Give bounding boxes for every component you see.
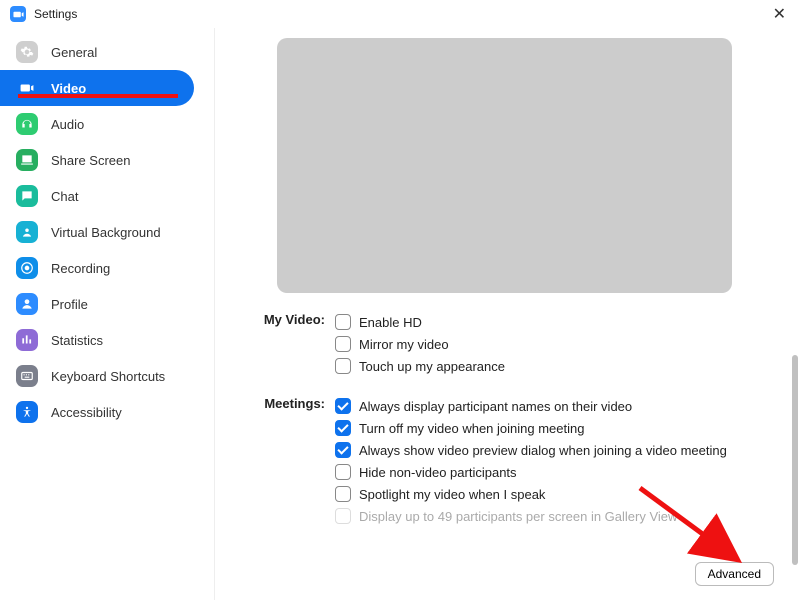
advanced-button[interactable]: Advanced [695,562,774,586]
opt-touch-up[interactable]: Touch up my appearance [335,355,778,377]
section-meetings-title: Meetings: [245,395,335,527]
option-label: Hide non-video participants [359,465,517,480]
scrollbar-thumb[interactable] [792,355,798,565]
option-label: Turn off my video when joining meeting [359,421,584,436]
sidebar-item-general[interactable]: General [0,34,214,70]
titlebar: Settings ✕ [0,0,800,28]
sidebar-item-keyboard-shortcuts[interactable]: Keyboard Shortcuts [0,358,214,394]
opt-show-preview[interactable]: Always show video preview dialog when jo… [335,439,778,461]
profile-icon [16,293,38,315]
option-label: Mirror my video [359,337,449,352]
checkbox[interactable] [335,314,351,330]
video-icon [16,77,38,99]
sidebar-item-label: Keyboard Shortcuts [51,369,165,384]
sidebar-item-label: Chat [51,189,78,204]
checkbox [335,508,351,524]
main-panel: My Video: Enable HD Mirror my video Touc… [215,28,800,600]
close-icon[interactable]: ✕ [767,2,792,26]
checkbox[interactable] [335,420,351,436]
checkbox[interactable] [335,464,351,480]
sidebar-item-label: Virtual Background [51,225,161,240]
gear-icon [16,41,38,63]
sidebar-item-label: Profile [51,297,88,312]
sidebar-item-chat[interactable]: Chat [0,178,214,214]
sidebar-item-label: Recording [51,261,110,276]
sidebar-item-recording[interactable]: Recording [0,250,214,286]
app-icon [10,6,26,22]
sidebar-item-label: Share Screen [51,153,131,168]
accessibility-icon [16,401,38,423]
section-my-video-title: My Video: [245,311,335,377]
share-screen-icon [16,149,38,171]
checkbox[interactable] [335,442,351,458]
sidebar-item-label: Audio [51,117,84,132]
chat-icon [16,185,38,207]
statistics-icon [16,329,38,351]
sidebar-item-virtual-background[interactable]: Virtual Background [0,214,214,250]
checkbox[interactable] [335,398,351,414]
checkbox[interactable] [335,336,351,352]
option-label: Always display participant names on thei… [359,399,632,414]
sidebar-item-audio[interactable]: Audio [0,106,214,142]
headphones-icon [16,113,38,135]
sidebar-item-video[interactable]: Video [0,70,194,106]
sidebar-item-label: Accessibility [51,405,122,420]
sidebar-item-accessibility[interactable]: Accessibility [0,394,214,430]
option-label: Enable HD [359,315,422,330]
sidebar-item-label: Statistics [51,333,103,348]
window-title: Settings [34,7,77,21]
option-label: Touch up my appearance [359,359,505,374]
record-icon [16,257,38,279]
sidebar-item-share-screen[interactable]: Share Screen [0,142,214,178]
virtual-background-icon [16,221,38,243]
opt-turn-off-video[interactable]: Turn off my video when joining meeting [335,417,778,439]
sidebar-item-label: Video [51,81,86,96]
keyboard-icon [16,365,38,387]
sidebar-item-statistics[interactable]: Statistics [0,322,214,358]
video-preview [277,38,732,293]
sidebar-item-profile[interactable]: Profile [0,286,214,322]
sidebar: General Video Audio Share Screen Chat [0,28,215,600]
opt-spotlight[interactable]: Spotlight my video when I speak [335,483,778,505]
opt-enable-hd[interactable]: Enable HD [335,311,778,333]
opt-hide-nonvideo[interactable]: Hide non-video participants [335,461,778,483]
opt-display-names[interactable]: Always display participant names on thei… [335,395,778,417]
option-label: Spotlight my video when I speak [359,487,545,502]
opt-mirror-video[interactable]: Mirror my video [335,333,778,355]
option-label: Always show video preview dialog when jo… [359,443,727,458]
sidebar-item-label: General [51,45,97,60]
option-label: Display up to 49 participants per screen… [359,509,677,524]
opt-49-participants: Display up to 49 participants per screen… [335,505,778,527]
checkbox[interactable] [335,486,351,502]
checkbox[interactable] [335,358,351,374]
